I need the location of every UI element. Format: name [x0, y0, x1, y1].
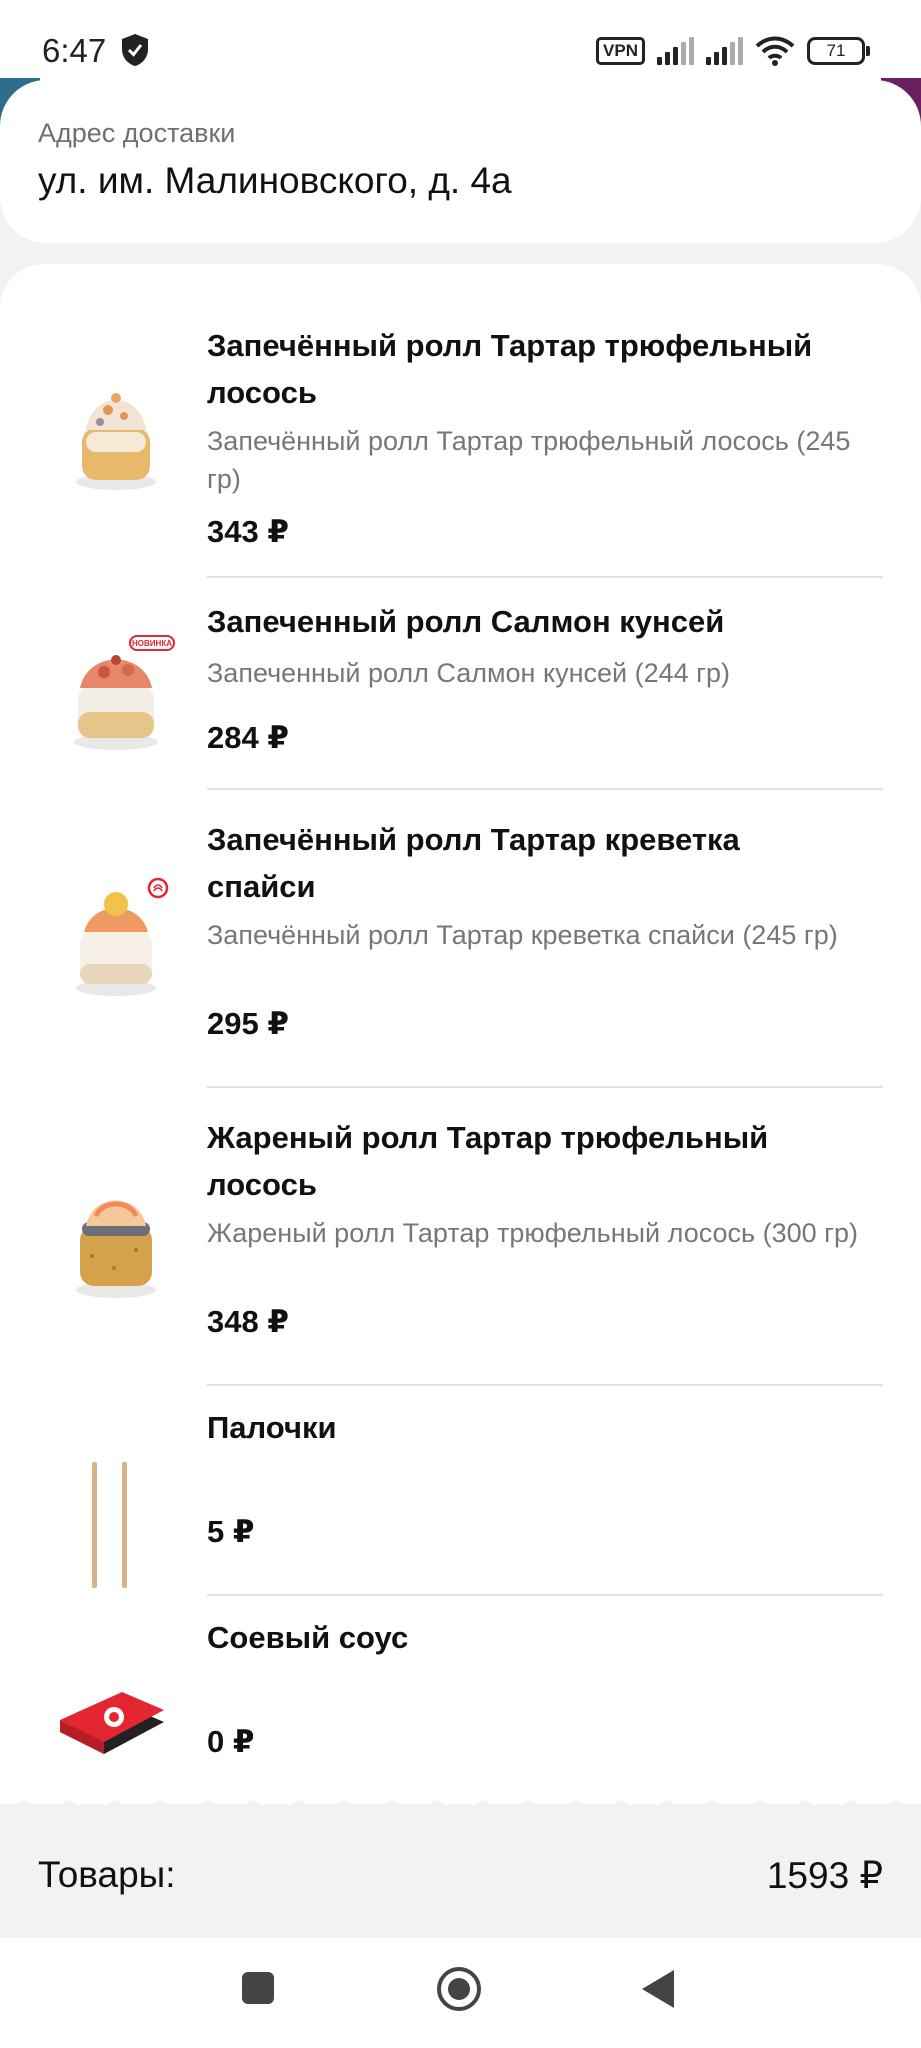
- item-price: 295 ₽: [207, 1006, 289, 1041]
- divider: [207, 1086, 883, 1088]
- navigation-bar: [0, 1938, 921, 2048]
- totals-row: Товары: 1593 ₽: [0, 1828, 921, 1938]
- cart-list: Запечённый ролл Тартар трюфельный лосось…: [0, 264, 921, 1804]
- totals-label: Товары:: [38, 1854, 176, 1895]
- status-icons: VPN 71: [596, 36, 870, 66]
- item-title: Жареный ролл Тартар трюфельный лосось: [207, 1120, 769, 1202]
- divider: [207, 1384, 883, 1386]
- new-badge: НОВИНКА: [132, 639, 172, 648]
- totals-value: 1593 ₽: [766, 1855, 883, 1896]
- baked-roll-image: [76, 877, 169, 996]
- item-price: 343 ₽: [207, 514, 289, 549]
- item-price: 284 ₽: [207, 720, 289, 755]
- item-title: Запечённый ролл Тартар трюфельный лосось: [207, 328, 813, 410]
- wifi-icon: [755, 36, 795, 66]
- baked-roll-image: НОВИНКА: [74, 635, 175, 750]
- back-icon[interactable]: [640, 1968, 676, 2010]
- divider: [207, 576, 883, 578]
- home-icon[interactable]: [436, 1966, 482, 2012]
- vpn-icon: VPN: [596, 37, 645, 65]
- recents-icon[interactable]: [240, 1970, 276, 2006]
- divider: [207, 1594, 883, 1596]
- item-price: 5 ₽: [207, 1514, 255, 1549]
- chopsticks-image: [92, 1462, 127, 1588]
- item-description: Запечённый ролл Тартар креветка спайси (…: [207, 920, 838, 950]
- item-description: Запеченный ролл Салмон кунсей (244 гр): [207, 658, 730, 688]
- status-time: 6:47: [42, 32, 107, 69]
- baked-roll-image: [76, 393, 156, 490]
- item-price: 348 ₽: [207, 1304, 289, 1339]
- divider: [207, 788, 883, 790]
- fried-roll-image: [76, 1200, 156, 1298]
- shield-icon: [122, 34, 148, 66]
- address-label: Адрес доставки: [38, 118, 236, 148]
- item-title: Соевый соус: [207, 1620, 409, 1655]
- item-description: Жареный ролл Тартар трюфельный лосось (3…: [207, 1218, 858, 1248]
- item-title: Запеченный ролл Салмон кунсей: [207, 604, 725, 639]
- signal-icon: [706, 37, 743, 65]
- address-value: ул. им. Малиновского, д. 4а: [38, 160, 512, 201]
- delivery-address-card[interactable]: Адрес доставки ул. им. Малиновского, д. …: [0, 80, 921, 243]
- battery-icon: 71: [807, 37, 870, 65]
- item-title: Палочки: [207, 1410, 337, 1445]
- item-price: 0 ₽: [207, 1724, 255, 1759]
- soy-sauce-image: [60, 1692, 164, 1754]
- signal-icon: [657, 37, 694, 65]
- item-title: Запечённый ролл Тартар креветка спайси: [207, 822, 740, 904]
- receipt-edge: [0, 1800, 921, 1830]
- item-description: Запечённый ролл Тартар трюфельный лосось…: [207, 426, 851, 494]
